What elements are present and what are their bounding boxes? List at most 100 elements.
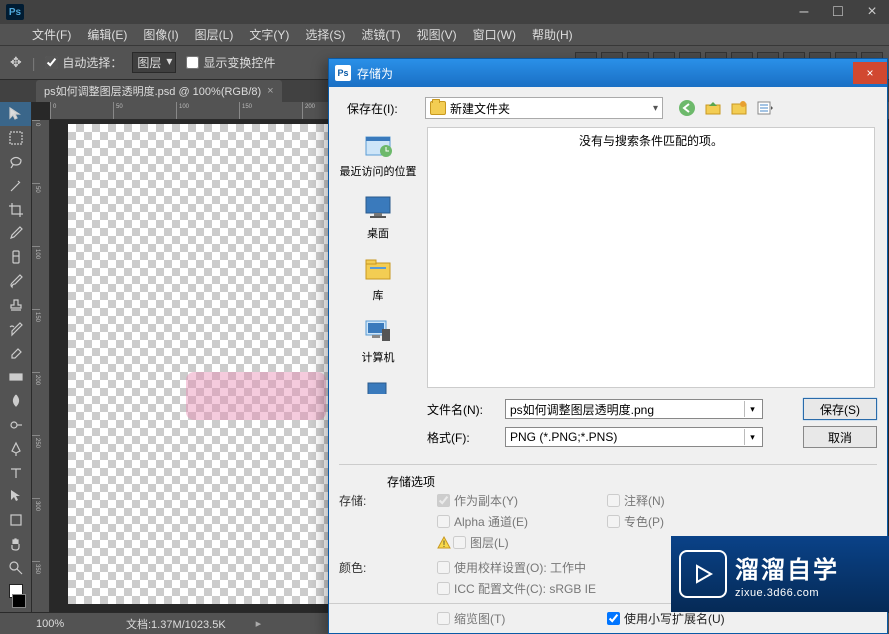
dialog-titlebar[interactable]: Ps 存储为 × — [329, 59, 887, 87]
thumbnail-checkbox[interactable]: 缩览图(T) — [437, 610, 597, 627]
background-color[interactable] — [12, 594, 26, 608]
place-computer[interactable]: 计算机 — [333, 313, 423, 367]
eyedropper-tool[interactable] — [0, 222, 31, 246]
path-selection-tool[interactable] — [0, 485, 31, 509]
dialog-close-button[interactable]: × — [853, 62, 887, 84]
menu-type[interactable]: 文字(Y) — [241, 26, 297, 43]
menu-select[interactable]: 选择(S) — [297, 26, 353, 43]
minimize-button[interactable]: – — [787, 0, 821, 24]
menu-window[interactable]: 窗口(W) — [465, 26, 524, 43]
new-folder-button[interactable] — [729, 98, 749, 118]
move-tool[interactable] — [0, 102, 31, 126]
crop-tool[interactable] — [0, 198, 31, 222]
history-brush-tool[interactable] — [0, 317, 31, 341]
close-button[interactable]: × — [855, 0, 889, 24]
auto-select-checkbox[interactable]: 自动选择： — [45, 54, 122, 71]
network-icon — [362, 377, 394, 394]
dodge-tool[interactable] — [0, 413, 31, 437]
type-tool[interactable] — [0, 461, 31, 485]
menu-view[interactable]: 视图(V) — [409, 26, 465, 43]
file-list[interactable]: 没有与搜索条件匹配的项。 — [427, 127, 875, 388]
spot-checkbox[interactable]: 专色(P) — [607, 513, 757, 530]
options-divider: | — [32, 55, 36, 71]
menu-edit[interactable]: 编辑(E) — [79, 26, 135, 43]
marquee-tool[interactable] — [0, 126, 31, 150]
place-libraries[interactable]: 库 — [333, 251, 423, 305]
hand-tool[interactable] — [0, 532, 31, 556]
library-icon — [362, 253, 394, 285]
move-tool-icon: ✥ — [10, 54, 22, 71]
chevron-down-icon: ▾ — [653, 103, 658, 114]
recent-icon — [362, 129, 394, 161]
as-copy-checkbox[interactable]: 作为副本(Y) — [437, 492, 597, 509]
computer-icon — [362, 315, 394, 347]
storage-label: 存储: — [339, 492, 427, 509]
layer-shape[interactable] — [186, 372, 326, 420]
chevron-down-icon: ▾ — [744, 401, 760, 417]
pen-tool[interactable] — [0, 437, 31, 461]
save-button[interactable]: 保存(S) — [803, 398, 877, 420]
lasso-tool[interactable] — [0, 150, 31, 174]
dialog-icon: Ps — [335, 65, 351, 81]
format-label: 格式(F): — [427, 429, 497, 446]
document-tab[interactable]: ps如何调整图层透明度.psd @ 100%(RGB/8) × — [36, 80, 282, 102]
toolbox — [0, 102, 32, 612]
zoom-level[interactable]: 100% — [36, 618, 96, 630]
options-heading: 存储选项 — [387, 473, 877, 490]
tab-close-button[interactable]: × — [267, 85, 273, 97]
place-desktop[interactable]: 桌面 — [333, 189, 423, 243]
menu-image[interactable]: 图像(I) — [135, 26, 186, 43]
healing-tool[interactable] — [0, 245, 31, 269]
dialog-title: 存储为 — [357, 65, 393, 82]
color-label: 颜色: — [339, 559, 427, 576]
menu-help[interactable]: 帮助(H) — [524, 26, 581, 43]
places-bar: 最近访问的位置 桌面 库 计算机 — [329, 127, 427, 394]
folder-icon — [430, 101, 446, 115]
eraser-tool[interactable] — [0, 341, 31, 365]
show-transform-checkbox[interactable]: 显示变换控件 — [186, 54, 275, 71]
stamp-tool[interactable] — [0, 293, 31, 317]
filename-label: 文件名(N): — [427, 401, 497, 418]
watermark: 溜溜自学 zixue.3d66.com — [671, 536, 889, 612]
save-in-combobox[interactable]: 新建文件夹 ▾ — [425, 97, 663, 119]
shape-tool[interactable] — [0, 508, 31, 532]
photoshop-window: Ps – □ × 文件(F) 编辑(E) 图像(I) 图层(L) 文字(Y) 选… — [0, 0, 889, 634]
cancel-button[interactable]: 取消 — [803, 426, 877, 448]
watermark-logo-icon — [679, 550, 727, 598]
desktop-icon — [362, 191, 394, 223]
format-dropdown[interactable]: PNG (*.PNG;*.PNS)▾ — [505, 427, 763, 447]
tab-title: ps如何调整图层透明度.psd @ 100%(RGB/8) — [44, 83, 261, 99]
doc-size: 文档:1.37M/1023.5K — [126, 616, 226, 632]
menu-file[interactable]: 文件(F) — [24, 26, 79, 43]
brush-tool[interactable] — [0, 269, 31, 293]
save-in-label: 保存在(I): — [347, 100, 419, 117]
up-button[interactable] — [703, 98, 723, 118]
alpha-checkbox[interactable]: Alpha 通道(E) — [437, 513, 597, 530]
zoom-tool[interactable] — [0, 556, 31, 580]
place-recent[interactable]: 最近访问的位置 — [333, 127, 423, 181]
status-arrow-icon[interactable]: ▸ — [256, 617, 262, 630]
menubar: 文件(F) 编辑(E) 图像(I) 图层(L) 文字(Y) 选择(S) 滤镜(T… — [0, 24, 889, 46]
lowercase-ext-checkbox[interactable]: 使用小写扩展名(U) — [607, 610, 757, 627]
magic-wand-tool[interactable] — [0, 174, 31, 198]
notes-checkbox[interactable]: 注释(N) — [607, 492, 757, 509]
blur-tool[interactable] — [0, 389, 31, 413]
view-menu-button[interactable] — [755, 98, 775, 118]
watermark-url: zixue.3d66.com — [735, 587, 839, 599]
back-button[interactable] — [677, 98, 697, 118]
filename-input[interactable]: ps如何调整图层透明度.png▾ — [505, 399, 763, 419]
menu-filter[interactable]: 滤镜(T) — [353, 26, 408, 43]
svg-text:!: ! — [443, 539, 446, 549]
color-swatches[interactable] — [0, 580, 31, 612]
document-canvas[interactable] — [68, 124, 343, 604]
ps-logo: Ps — [6, 4, 24, 20]
menu-layer[interactable]: 图层(L) — [187, 26, 242, 43]
auto-select-target-dropdown[interactable]: 图层 — [132, 52, 176, 73]
window-controls: – □ × — [787, 0, 889, 24]
vertical-ruler: 050100150200250300350 — [32, 120, 50, 612]
gradient-tool[interactable] — [0, 365, 31, 389]
place-network[interactable]: 网络 — [333, 375, 423, 394]
maximize-button[interactable]: □ — [821, 0, 855, 24]
app-titlebar: Ps – □ × — [0, 0, 889, 24]
layers-checkbox[interactable]: 图层(L) — [453, 534, 509, 551]
